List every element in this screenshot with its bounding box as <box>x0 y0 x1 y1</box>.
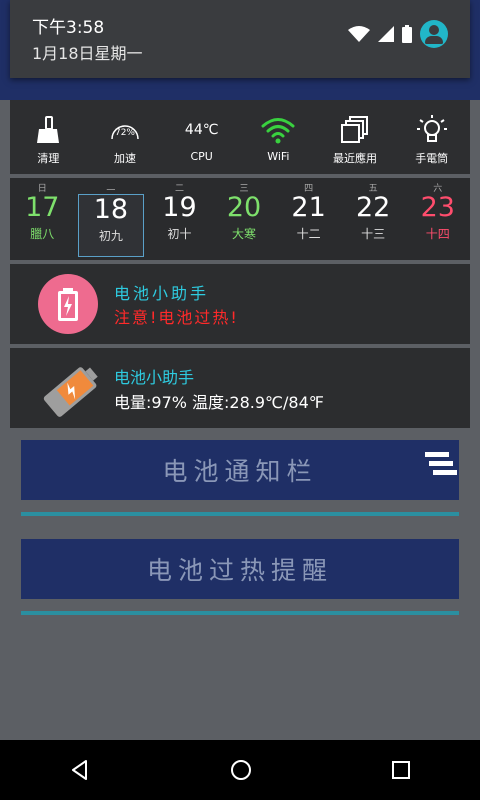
recent-apps-icon <box>341 116 369 143</box>
status-header: 下午3:58 1月18日星期一 <box>10 0 470 78</box>
calendar-day[interactable]: 日 17 臘八 <box>10 178 75 260</box>
day-number: 23 <box>420 192 455 223</box>
lunar-date: 初九 <box>98 229 123 243</box>
divider <box>21 512 459 516</box>
menu-lines-icon[interactable] <box>423 452 457 476</box>
speedometer-icon: 72% <box>111 125 139 140</box>
calendar-day-selected[interactable]: 一 18 初九 <box>77 186 145 257</box>
day-number: 21 <box>291 192 326 223</box>
overheat-notification[interactable]: 电池小助手 注意!电池过热! <box>10 264 470 344</box>
tool-cpu-label: CPU <box>190 150 213 163</box>
divider <box>21 611 459 615</box>
tool-wifi-label: WiFi <box>267 150 290 163</box>
tool-recent-apps-label: 最近應用 <box>333 152 378 165</box>
notification-title: 电池小助手 <box>114 368 195 387</box>
calendar-day[interactable]: 三 20 大寒 <box>212 178 277 260</box>
wifi-signal-icon <box>348 26 370 42</box>
cpu-temperature-value: 44℃ <box>184 122 219 138</box>
home-icon[interactable] <box>229 758 253 782</box>
notification-title: 电池小助手 <box>114 284 210 303</box>
battery-status-notification[interactable]: 电池小助手 电量:97% 温度:28.9℃/84℉ <box>10 348 470 428</box>
tool-flashlight[interactable]: 手電筒 <box>393 100 470 174</box>
lunar-date: 十四 <box>425 227 450 241</box>
day-number: 22 <box>356 192 391 223</box>
battery-notification-button[interactable]: 电池通知栏 <box>21 440 459 500</box>
overheat-reminder-button[interactable]: 电池过热提醒 <box>21 539 459 599</box>
lunar-date: 臘八 <box>30 227 55 241</box>
battery-warning-icon <box>38 274 98 334</box>
recents-icon[interactable] <box>390 759 412 781</box>
battery-notification-label: 电池通知栏 <box>162 457 318 486</box>
calendar-day[interactable]: 四 21 十二 <box>276 178 341 260</box>
tool-cpu[interactable]: 44℃ CPU <box>163 100 240 174</box>
navigation-bar <box>0 740 480 800</box>
calendar-day[interactable]: 六 23 十四 <box>405 178 470 260</box>
day-number: 18 <box>93 194 129 225</box>
calendar-day[interactable]: 五 22 十三 <box>341 178 406 260</box>
tool-flashlight-label: 手電筒 <box>415 152 449 165</box>
clock-time: 下午3:58 <box>32 18 105 38</box>
date-text: 1月18日星期一 <box>32 44 143 63</box>
wifi-icon <box>261 118 295 144</box>
weekday-label: 一 <box>106 186 116 196</box>
quick-tools-bar: 清理 72% 加速 44℃ CPU WiFi 最近應用 手電筒 <box>10 100 470 174</box>
user-avatar-icon[interactable] <box>420 20 448 48</box>
lunar-date: 十三 <box>361 227 386 241</box>
flashlight-icon <box>416 115 447 142</box>
cell-signal-icon <box>378 26 394 42</box>
speed-value: 72% <box>115 128 135 138</box>
tool-speed-label: 加速 <box>114 152 136 165</box>
day-number: 17 <box>25 192 60 223</box>
week-calendar: 日 17 臘八 一 18 初九 二 19 初十 三 20 大寒 四 21 十二 … <box>10 178 470 260</box>
battery-icon <box>402 25 412 43</box>
battery-charging-icon <box>43 367 98 417</box>
notification-warning-text: 注意!电池过热! <box>114 308 239 327</box>
broom-icon <box>37 116 60 143</box>
day-number: 19 <box>162 192 197 223</box>
tool-clean-label: 清理 <box>37 152 60 165</box>
tool-clean[interactable]: 清理 <box>10 100 87 174</box>
day-number: 20 <box>226 192 262 223</box>
lunar-date: 初十 <box>167 227 192 241</box>
tool-recent-apps[interactable]: 最近應用 <box>317 100 394 174</box>
status-icons <box>348 20 448 48</box>
back-icon[interactable] <box>68 758 92 782</box>
lunar-date: 大寒 <box>232 227 257 241</box>
calendar-day[interactable]: 二 19 初十 <box>147 178 212 260</box>
lunar-date: 十二 <box>296 227 321 241</box>
battery-status-text: 电量:97% 温度:28.9℃/84℉ <box>114 393 325 412</box>
tool-wifi[interactable]: WiFi <box>240 100 317 174</box>
overheat-reminder-label: 电池过热提醒 <box>146 556 333 585</box>
tool-speed[interactable]: 72% 加速 <box>87 100 164 174</box>
